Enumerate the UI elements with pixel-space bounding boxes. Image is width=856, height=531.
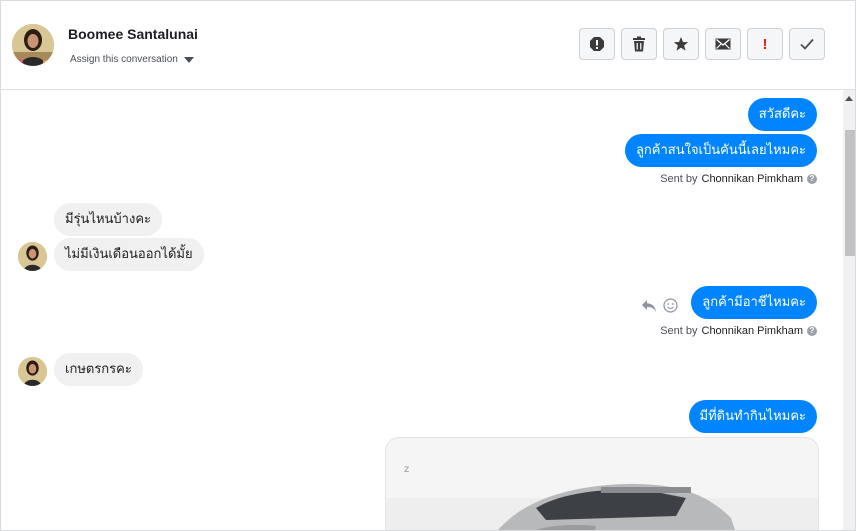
sent-by-label: Sent by Chonnikan Pimkham ? <box>660 173 817 185</box>
incoming-message: เกษตรกรคะ <box>54 353 143 386</box>
contact-name: Boomee Santalunai <box>68 26 198 42</box>
conversation-toolbar: ! <box>579 28 825 60</box>
reply-icon[interactable] <box>641 299 657 313</box>
help-icon[interactable]: ? <box>807 326 817 336</box>
sent-by-label: Sent by Chonnikan Pimkham ? <box>660 325 817 337</box>
mark-important-button[interactable]: ! <box>747 28 783 60</box>
mark-done-button[interactable] <box>789 28 825 60</box>
exclamation-icon: ! <box>762 35 768 53</box>
contact-avatar-small <box>18 357 47 386</box>
delete-button[interactable] <box>621 28 657 60</box>
scrollbar-thumb[interactable] <box>845 130 855 256</box>
trash-icon <box>633 36 645 52</box>
assign-label: Assign this conversation <box>70 54 178 65</box>
sent-by-prefix: Sent by <box>660 325 698 337</box>
scroll-up-icon[interactable] <box>845 96 853 101</box>
svg-text:z: z <box>404 464 409 475</box>
mark-spam-button[interactable] <box>579 28 615 60</box>
checkmark-icon <box>800 38 814 50</box>
contact-avatar[interactable] <box>12 24 54 66</box>
envelope-icon <box>715 38 731 50</box>
sent-by-agent: Chonnikan Pimkham <box>701 325 804 337</box>
message-thread[interactable]: สวัสดีคะ ลูกค้าสนใจเป็นคันนี้เลยไหมคะ Se… <box>1 90 844 530</box>
outgoing-message: ลูกค้ามีอาชีไหมคะ <box>691 286 817 319</box>
help-icon[interactable]: ? <box>807 174 817 184</box>
outgoing-message: มีที่ดินทำกินไหมคะ <box>688 400 817 433</box>
incoming-message: มีรุ่นไหนบ้างคะ <box>54 203 163 236</box>
mark-unread-button[interactable] <box>705 28 741 60</box>
sent-by-prefix: Sent by <box>660 173 698 185</box>
conversation-header: Boomee Santalunai Assign this conversati… <box>1 1 855 90</box>
spam-alert-icon <box>590 37 604 51</box>
outgoing-message: ลูกค้าสนใจเป็นคันนี้เลยไหมคะ <box>624 134 817 167</box>
incoming-message: ไม่มีเงินเดือนออกได้มั้ย <box>54 238 204 271</box>
message-actions <box>641 298 678 313</box>
emoji-reaction-icon[interactable] <box>663 298 678 313</box>
sent-by-agent: Chonnikan Pimkham <box>701 173 804 185</box>
chevron-down-icon <box>183 56 194 63</box>
car-photo-attachment[interactable]: z <box>385 437 819 530</box>
thread-scrollbar[interactable] <box>843 90 855 530</box>
assign-conversation-dropdown[interactable]: Assign this conversation <box>70 54 194 65</box>
star-icon <box>673 37 689 51</box>
conversation-panel: Boomee Santalunai Assign this conversati… <box>0 0 856 531</box>
outgoing-message: สวัสดีคะ <box>747 98 817 131</box>
contact-avatar-small <box>18 242 47 271</box>
star-button[interactable] <box>663 28 699 60</box>
